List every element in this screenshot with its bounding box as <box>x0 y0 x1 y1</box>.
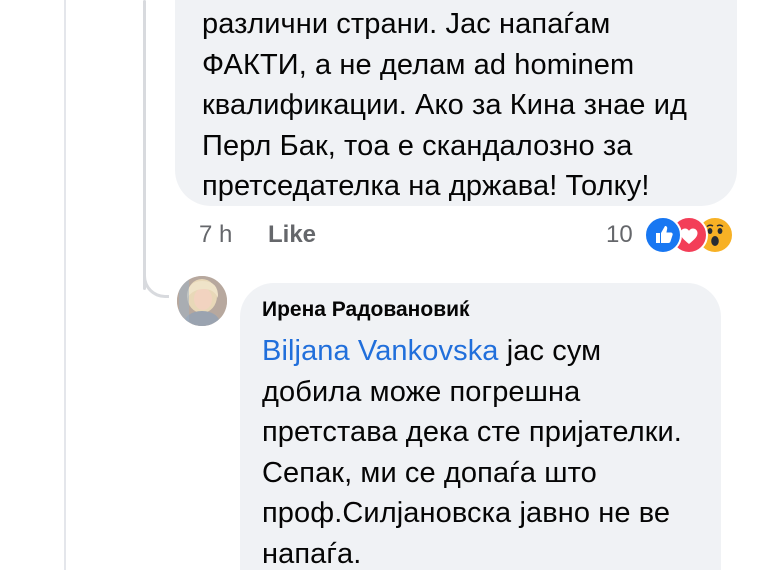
comment-bubble: различни страни. Јас напаѓам ФАКТИ, а не… <box>175 0 737 206</box>
avatar[interactable] <box>177 276 227 326</box>
reactions-summary[interactable] <box>644 216 744 254</box>
reply-author[interactable]: Ирена Радовановиќ <box>262 297 699 323</box>
like-icon <box>644 216 682 254</box>
mention-link[interactable]: Biljana Vankovska <box>262 335 499 367</box>
thread-outer-line <box>64 0 66 570</box>
comment-text: различни страни. Јас напаѓам ФАКТИ, а не… <box>202 8 688 202</box>
reply-text: Biljana Vankovska јас сум добила може по… <box>262 331 699 574</box>
reply-bubble: Ирена Радовановиќ Biljana Vankovska јас … <box>240 283 721 570</box>
comment-timestamp[interactable]: 7 h <box>199 221 232 249</box>
like-button[interactable]: Like <box>268 221 316 249</box>
thread-line <box>143 0 146 290</box>
reply-body: јас сум добила може погрешна претстава д… <box>262 335 682 570</box>
reaction-count[interactable]: 10 <box>606 221 633 249</box>
thread-connector <box>143 262 169 298</box>
